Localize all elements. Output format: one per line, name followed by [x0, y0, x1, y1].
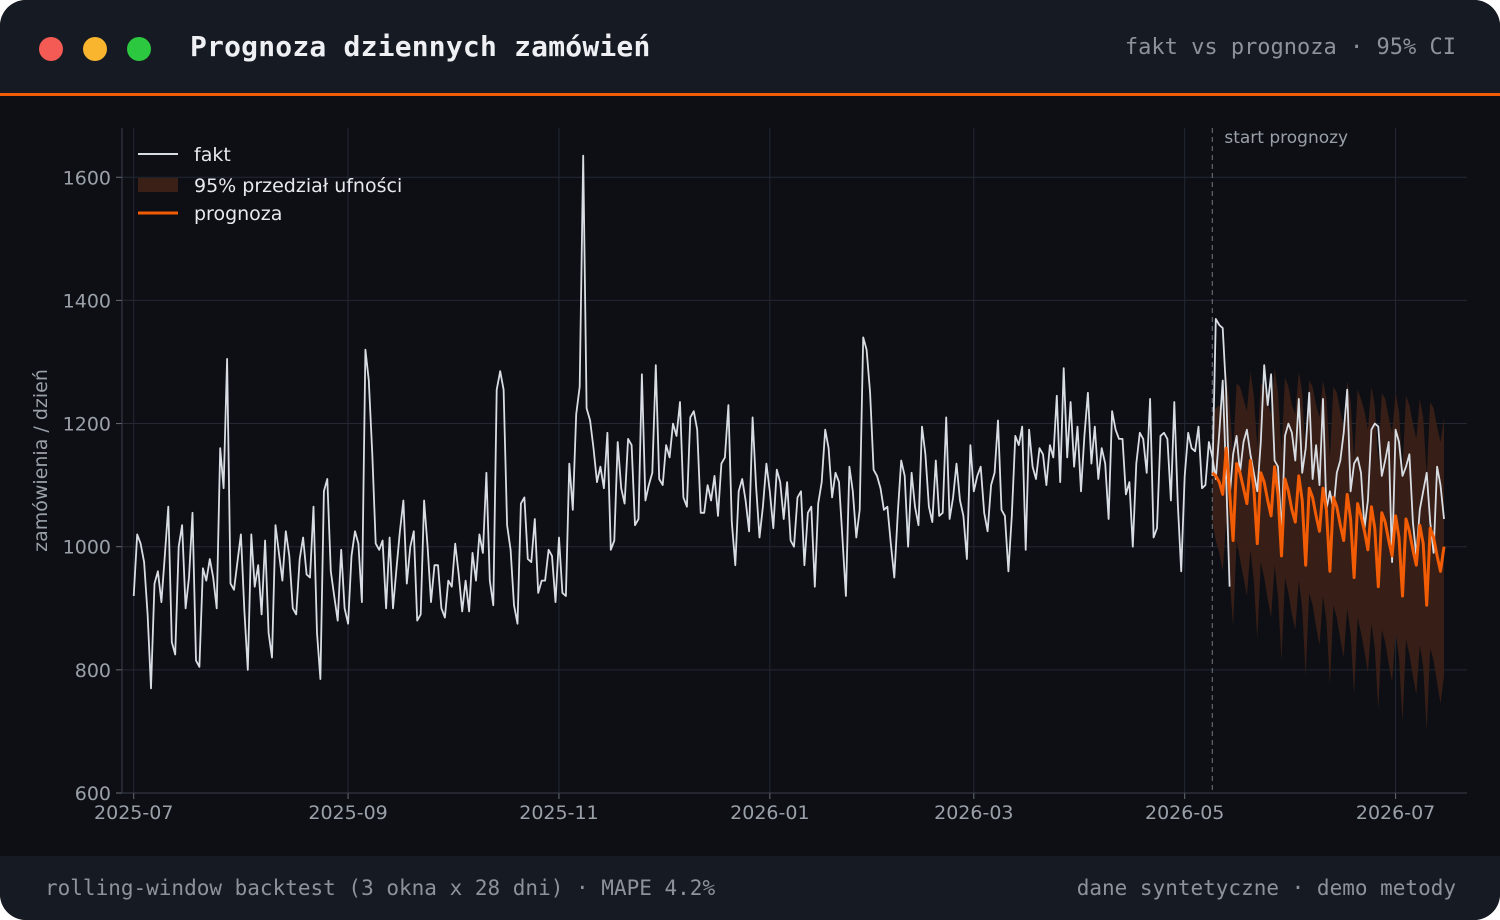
forecast-chart: 60080010001200140016002025-07 2025-09 2025…	[30, 128, 1467, 824]
y-tick-label: 1000	[63, 537, 111, 559]
x-tick-label: 2026-03	[934, 802, 1013, 824]
y-tick-label: 1400	[63, 290, 111, 312]
y-tick-label: 1200	[63, 414, 111, 436]
maximize-icon[interactable]	[127, 37, 151, 61]
x-tick-label: 2026-07	[1356, 802, 1435, 824]
close-icon[interactable]	[39, 37, 63, 61]
x-tick-label: 2026-05	[1145, 802, 1224, 824]
title-bar: Prognoza dziennych zamówień fakt vs prog…	[0, 0, 1500, 96]
data-source-note: dane syntetyczne · demo metody	[1076, 876, 1456, 900]
window-title: Prognoza dziennych zamówień	[190, 30, 651, 63]
footer-bar: rolling-window backtest (3 okna x 28 dni…	[0, 856, 1500, 920]
legend-label-fakt: fakt	[194, 144, 231, 166]
x-tick-label: 2025-09	[308, 802, 387, 824]
minimize-icon[interactable]	[83, 37, 107, 61]
x-tick-label: 2026-01	[730, 802, 809, 824]
app-window: Prognoza dziennych zamówień fakt vs prog…	[0, 0, 1500, 920]
legend-label-ci: 95% przedział ufności	[194, 175, 402, 197]
backtest-info: rolling-window backtest (3 okna x 28 dni…	[45, 876, 716, 900]
window-subtitle: fakt vs prognoza · 95% CI	[1124, 35, 1456, 60]
y-tick-label: 800	[75, 660, 111, 682]
legend-label-prognoza: prognoza	[194, 203, 282, 225]
x-tick-label: 2025-11	[519, 802, 598, 824]
forecast-start-label: start prognozy	[1224, 128, 1348, 148]
series-line-fakt	[132, 154, 1231, 690]
x-tick-label: 2025-07	[94, 802, 173, 824]
y-tick-label: 1600	[63, 167, 111, 189]
legend-swatch-ci	[138, 178, 178, 192]
legend: fakt 95% przedział ufności prognoza	[138, 144, 402, 225]
y-axis-label: zamówienia / dzień	[30, 369, 52, 552]
